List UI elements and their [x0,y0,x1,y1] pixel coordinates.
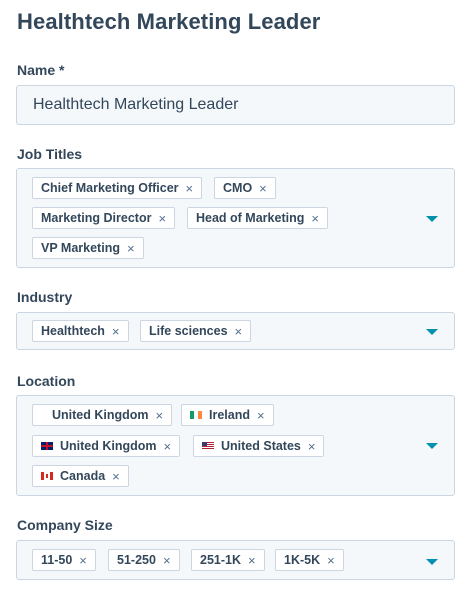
tag-label: 11-50 [41,553,73,567]
remove-tag-icon[interactable]: × [158,211,166,226]
chevron-down-icon[interactable] [426,329,438,335]
tag-company-size: 51-250 × [108,549,180,571]
remove-tag-icon[interactable]: × [127,241,135,256]
tag-job-title: CMO × [214,177,276,199]
name-input[interactable]: Healthtech Marketing Leader [16,85,455,125]
remove-tag-icon[interactable]: × [235,324,243,339]
tag-job-title: Head of Marketing × [187,207,328,229]
tag-label: Chief Marketing Officer [41,181,179,195]
company-size-select[interactable]: 11-50 × 51-250 × 251-1K × 1K-5K × [16,540,455,580]
us-flag-icon [202,442,214,450]
tag-location: United Kingdom × [32,404,173,426]
tag-company-size: 251-1K × [191,549,265,571]
industry-select[interactable]: Healthtech × Life sciences × [16,312,455,350]
tag-label: CMO [223,181,253,195]
chevron-down-icon[interactable] [426,216,438,222]
location-select[interactable]: United Kingdom × Ireland × United Kingdo… [16,395,455,496]
tag-company-size: 1K-5K × [275,549,344,571]
tag-label: 51-250 [117,553,156,567]
remove-tag-icon[interactable]: × [112,469,120,484]
job-titles-label: Job Titles [17,146,83,162]
tag-industry: Healthtech × [32,320,129,342]
tag-location: Canada × [32,465,129,487]
tag-label: Life sciences [149,324,228,338]
tag-label: 1K-5K [284,553,321,567]
remove-tag-icon[interactable]: × [164,439,172,454]
tag-company-size: 11-50 × [32,549,96,571]
tag-label: 251-1K [200,553,241,567]
tag-location: United Kingdom × [32,435,181,457]
page-title: Healthtech Marketing Leader [17,9,321,34]
job-titles-select[interactable]: Chief Marketing Officer × CMO × Marketin… [16,168,455,268]
remove-tag-icon[interactable]: × [248,553,256,568]
tag-job-title: VP Marketing × [32,237,144,259]
remove-tag-icon[interactable]: × [311,211,319,226]
remove-tag-icon[interactable]: × [186,181,194,196]
remove-tag-icon[interactable]: × [257,408,265,423]
remove-tag-icon[interactable]: × [308,439,316,454]
tag-label: VP Marketing [41,241,120,255]
remove-tag-icon[interactable]: × [327,553,335,568]
remove-tag-icon[interactable]: × [79,553,87,568]
tag-label: Ireland [209,408,250,422]
chevron-down-icon[interactable] [426,443,438,449]
remove-tag-icon[interactable]: × [156,408,164,423]
tag-location: Ireland × [181,404,274,426]
tag-job-title: Marketing Director × [32,207,176,229]
location-label: Location [17,373,76,389]
tag-label: Healthtech [41,324,105,338]
name-label: Name * [17,62,65,78]
ireland-flag-icon [190,411,202,419]
tag-location: United States × [193,435,325,457]
tag-job-title: Chief Marketing Officer × [32,177,203,199]
company-size-label: Company Size [17,517,113,533]
industry-label: Industry [17,289,73,305]
tag-label: Head of Marketing [196,211,305,225]
tag-label: Canada [60,469,106,483]
name-input-value: Healthtech Marketing Leader [33,96,239,113]
remove-tag-icon[interactable]: × [259,181,267,196]
uk-flag-icon [41,442,53,450]
tag-label: United Kingdom [52,408,149,422]
remove-tag-icon[interactable]: × [163,553,171,568]
canada-flag-icon [41,472,53,480]
tag-industry: Life sciences × [140,320,252,342]
tag-label: Marketing Director [41,211,152,225]
tag-label: United States [221,439,301,453]
chevron-down-icon[interactable] [426,559,438,565]
tag-label: United Kingdom [60,439,157,453]
remove-tag-icon[interactable]: × [112,324,120,339]
